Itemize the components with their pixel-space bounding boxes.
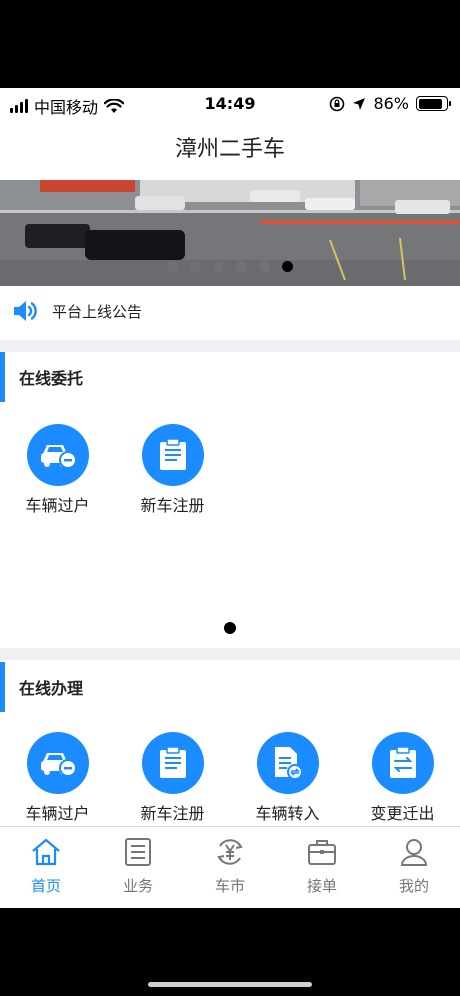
service-item[interactable]: 车辆过户 bbox=[0, 424, 115, 516]
announcement-bar[interactable]: 平台上线公告 bbox=[0, 286, 460, 336]
yuan-exchange-icon bbox=[214, 837, 246, 875]
service-item[interactable]: 变更迁出 bbox=[345, 732, 460, 824]
service-label: 车辆转入 bbox=[255, 804, 320, 823]
service-item[interactable]: 新车注册 bbox=[115, 424, 230, 516]
clipboard-icon bbox=[141, 424, 204, 486]
tab-label: 我的 bbox=[398, 877, 429, 895]
process-grid: 车辆过户 新车注册 车辆转入 变更迁出 bbox=[0, 732, 460, 824]
app-screen: 中国移动 14:49 86% 漳州二手车 平台上线公告 在线委托 车辆过户 新车… bbox=[0, 88, 460, 908]
service-label: 新车注册 bbox=[140, 804, 205, 823]
tab-label: 接单 bbox=[306, 877, 337, 895]
document-transfer-icon bbox=[256, 732, 319, 794]
user-icon bbox=[399, 837, 429, 875]
page-indicator-dot[interactable] bbox=[224, 622, 236, 634]
service-label: 新车注册 bbox=[140, 496, 205, 515]
service-item[interactable]: 车辆过户 bbox=[0, 732, 115, 824]
section-title-online-process: 在线办理 bbox=[0, 662, 460, 712]
announcement-text: 平台上线公告 bbox=[52, 302, 143, 321]
section-title-online-entrust: 在线委托 bbox=[0, 352, 460, 402]
battery-percent: 86% bbox=[373, 94, 409, 113]
tab-yuan-exchange[interactable]: 车市 bbox=[184, 827, 276, 908]
tab-label: 业务 bbox=[122, 877, 153, 895]
tab-label: 车市 bbox=[214, 877, 245, 895]
car-transfer-icon bbox=[26, 424, 89, 486]
page-title: 漳州二手车 bbox=[0, 120, 460, 180]
service-item[interactable]: 车辆转入 bbox=[230, 732, 345, 824]
service-item[interactable]: 新车注册 bbox=[115, 732, 230, 824]
service-label: 车辆过户 bbox=[25, 496, 90, 515]
service-label: 变更迁出 bbox=[370, 804, 435, 823]
section-divider bbox=[0, 340, 460, 352]
tab-label: 首页 bbox=[30, 877, 61, 895]
service-label: 车辆过户 bbox=[25, 804, 90, 823]
list-icon bbox=[123, 837, 153, 875]
rotation-lock-icon bbox=[330, 96, 345, 111]
carousel-indicator[interactable] bbox=[0, 261, 460, 272]
swap-clipboard-icon bbox=[371, 732, 434, 794]
carousel-dot[interactable] bbox=[190, 261, 201, 272]
car-transfer-icon bbox=[26, 732, 89, 794]
banner-carousel[interactable] bbox=[0, 180, 460, 286]
home-icon bbox=[30, 837, 62, 875]
tab-briefcase[interactable]: 接单 bbox=[276, 827, 368, 908]
clipboard-icon bbox=[141, 732, 204, 794]
battery-icon bbox=[416, 96, 451, 111]
status-bar: 中国移动 14:49 86% bbox=[0, 88, 460, 120]
briefcase-icon bbox=[306, 837, 338, 875]
carousel-dot[interactable] bbox=[236, 261, 247, 272]
entrust-grid: 车辆过户 新车注册 bbox=[0, 424, 460, 516]
home-indicator bbox=[148, 982, 312, 987]
section-divider bbox=[0, 648, 460, 660]
tab-list[interactable]: 业务 bbox=[92, 827, 184, 908]
tab-bar: 首页 业务 车市 接单 我的 bbox=[0, 826, 460, 908]
tab-home[interactable]: 首页 bbox=[0, 827, 92, 908]
speaker-icon bbox=[14, 301, 37, 321]
carousel-dot[interactable] bbox=[282, 261, 293, 272]
tab-user[interactable]: 我的 bbox=[368, 827, 460, 908]
carousel-dot[interactable] bbox=[259, 261, 270, 272]
location-icon bbox=[353, 97, 366, 110]
carousel-dot[interactable] bbox=[167, 261, 178, 272]
carousel-dot[interactable] bbox=[213, 261, 224, 272]
